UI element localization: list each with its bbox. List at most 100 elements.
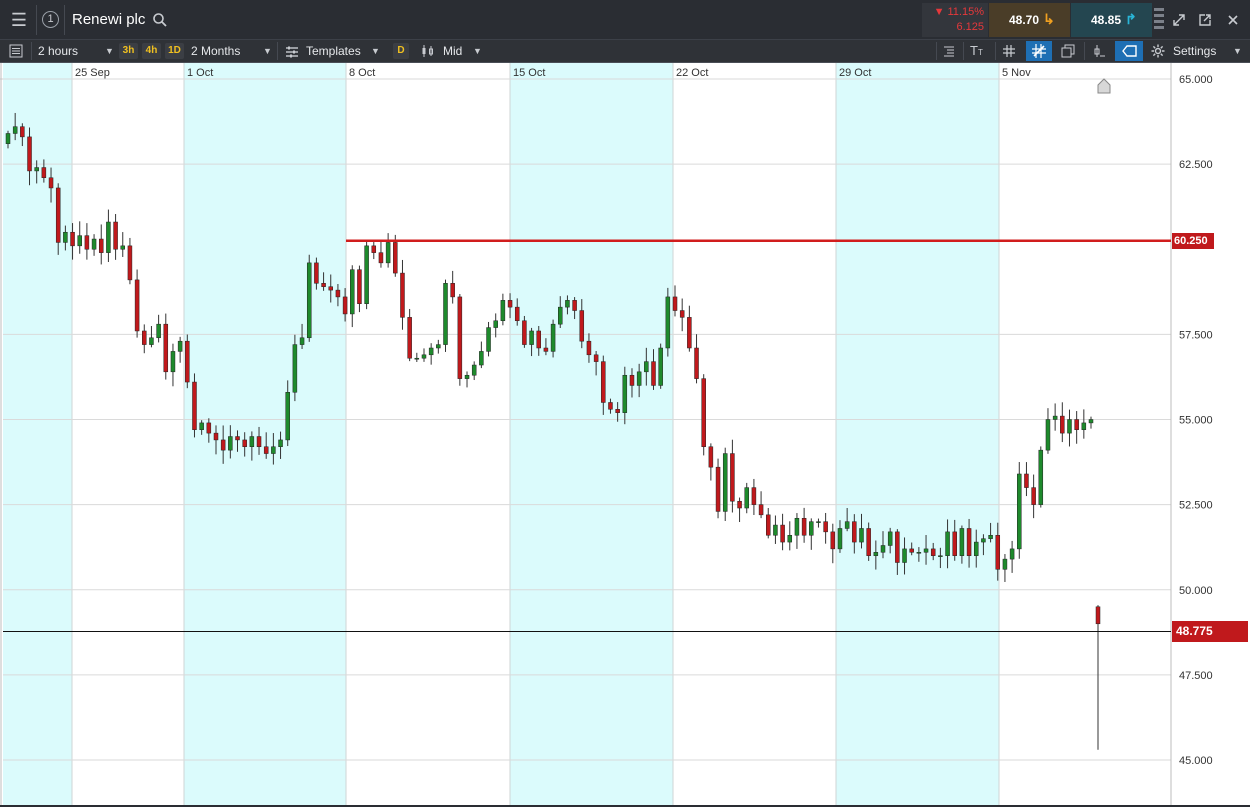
candle-body	[206, 422, 212, 434]
candle-body	[629, 374, 635, 386]
interval-caret-icon: ▼	[105, 46, 114, 56]
instrument-name[interactable]: Renewi plc	[72, 11, 145, 28]
layers-icon[interactable]	[1061, 44, 1075, 58]
candle-body	[787, 535, 793, 543]
candlestick-icon[interactable]	[421, 44, 435, 58]
x-tick-label: 1 Oct	[187, 67, 213, 79]
buy-price: 48.85	[1091, 13, 1122, 27]
chart-canvas[interactable]: 25 Sep 1 Oct 8 Oct 15 Oct 22 Oct 29 Oct 5 Nov …	[0, 63, 1250, 805]
candle-body	[443, 283, 448, 345]
x-tick-label: 8 Oct	[349, 67, 375, 79]
candle-body	[5, 133, 11, 144]
text-tool-icon[interactable]: TT	[970, 43, 988, 59]
list-icon[interactable]	[9, 44, 23, 58]
timeframe-1d-button[interactable]: 1D	[165, 43, 184, 59]
candle-body	[41, 167, 47, 178]
candle	[1081, 409, 1087, 439]
candle	[77, 221, 82, 254]
price-label-icon[interactable]	[1115, 41, 1143, 61]
candle	[694, 334, 699, 384]
candle-body	[134, 279, 140, 332]
candle	[106, 209, 111, 263]
price-type-select[interactable]: Mid	[443, 40, 462, 62]
templates-select[interactable]: Templates	[306, 40, 361, 62]
sell-button[interactable]: 48.70 ↳	[989, 3, 1070, 37]
candle-body	[12, 126, 18, 134]
candle-body	[514, 306, 520, 322]
candle	[715, 458, 721, 519]
week-shade-band	[3, 63, 72, 805]
range-select[interactable]: 2 Months	[191, 40, 240, 62]
candle-body	[529, 330, 534, 345]
buy-button[interactable]: 48.85 ↱	[1071, 3, 1152, 37]
x-tick-label: 22 Oct	[676, 67, 708, 79]
candle-body	[357, 269, 362, 304]
timeframe-3h-button[interactable]: 3h	[119, 43, 138, 59]
candle-body	[249, 436, 255, 447]
settings-caret-icon: ▼	[1233, 46, 1242, 56]
arrow-down-icon: ↳	[1043, 11, 1055, 27]
candle-body	[852, 521, 857, 543]
candle	[428, 343, 434, 365]
close-icon[interactable]	[1226, 13, 1240, 27]
price-chart[interactable]: 25 Sep 1 Oct 8 Oct 15 Oct 22 Oct 29 Oct 5 Nov …	[0, 63, 1250, 805]
settings-gear-icon[interactable]	[1151, 44, 1165, 58]
candle-body	[572, 300, 577, 311]
candle-body	[364, 245, 369, 304]
candle	[350, 265, 355, 328]
annotation-icon[interactable]	[1092, 44, 1106, 58]
candle	[866, 522, 871, 561]
timeframe-4h-button[interactable]: 4h	[142, 43, 161, 59]
candle	[730, 439, 735, 513]
grid-icon[interactable]	[1002, 44, 1016, 58]
candle-body	[1031, 487, 1036, 505]
candle-body	[342, 296, 348, 315]
d-button[interactable]: D	[393, 43, 409, 59]
candle-body	[988, 535, 993, 539]
candle-body	[550, 323, 556, 352]
candle-body	[335, 289, 341, 298]
candle-body	[400, 272, 405, 318]
candle-body	[479, 351, 484, 366]
change-value: 6.125	[956, 21, 984, 33]
x-tick-label: 29 Oct	[839, 67, 871, 79]
workspace-counter[interactable]: 1	[42, 11, 59, 28]
candle-body	[328, 286, 333, 291]
candle-body	[407, 317, 412, 359]
candle	[708, 443, 714, 481]
candle	[156, 314, 161, 343]
candle-body	[371, 245, 377, 253]
candle-body	[708, 446, 714, 468]
candle-body	[916, 552, 922, 554]
candle	[400, 259, 405, 330]
candle-body	[837, 528, 843, 550]
candle	[177, 336, 183, 363]
candle	[780, 513, 785, 551]
candle-body	[213, 432, 219, 441]
candle-body	[55, 187, 61, 243]
candle-body	[450, 283, 455, 298]
candle-body	[464, 374, 470, 379]
menu-icon[interactable]: ☰	[8, 11, 30, 29]
candle	[306, 254, 312, 342]
candle-body	[421, 354, 427, 359]
popout-icon[interactable]	[1198, 13, 1212, 27]
candle-body	[1045, 419, 1051, 451]
candle	[830, 523, 836, 564]
crosshair-grid-icon[interactable]	[1026, 41, 1052, 61]
candle-body	[794, 517, 800, 536]
interval-select[interactable]: 2 hours	[38, 40, 78, 62]
settings-button[interactable]: Settings	[1173, 40, 1216, 62]
search-icon[interactable]	[152, 12, 168, 28]
candle	[170, 343, 176, 387]
candle-body	[773, 524, 778, 536]
order-book-icon[interactable]	[1153, 5, 1165, 35]
candle-body	[758, 504, 764, 516]
expand-icon[interactable]	[1172, 13, 1186, 27]
candle-body	[780, 524, 785, 543]
candle	[163, 313, 169, 380]
candle-body	[271, 446, 276, 454]
candle	[809, 518, 814, 550]
drawing-list-icon[interactable]	[942, 44, 956, 58]
candle	[737, 497, 742, 523]
